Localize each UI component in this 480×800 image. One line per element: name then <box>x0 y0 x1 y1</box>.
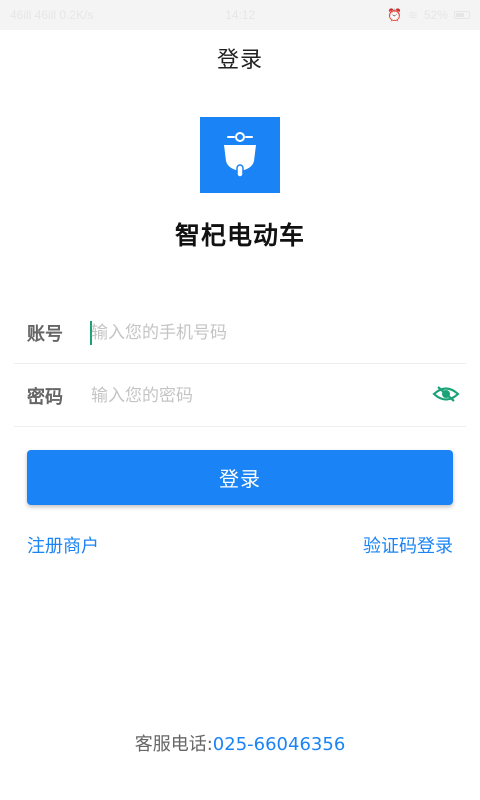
battery-icon <box>454 11 470 19</box>
password-row: 密码 <box>14 365 466 427</box>
service-phone-link[interactable]: 025-66046356 <box>213 734 345 755</box>
page-title: 登录 <box>216 48 263 73</box>
app-name: 智杞电动车 <box>174 221 305 250</box>
account-label: 账号 <box>27 324 63 345</box>
scooter-icon <box>224 132 256 178</box>
account-row: 账号 <box>14 302 466 364</box>
app-logo <box>200 117 280 193</box>
customer-service: 客服电话:025-66046356 <box>0 730 480 756</box>
account-input[interactable] <box>91 318 421 348</box>
service-label: 客服电话: <box>134 734 213 755</box>
password-input[interactable] <box>91 381 421 411</box>
eye-off-icon[interactable] <box>432 383 460 405</box>
status-time: 14:12 <box>225 8 256 22</box>
network-status: 46ill 46ill 0.2K/s <box>10 8 94 22</box>
password-label: 密码 <box>27 387 63 408</box>
wifi-icon: ≋ <box>407 8 418 22</box>
register-link[interactable]: 注册商户 <box>27 532 99 558</box>
status-bar: 46ill 46ill 0.2K/s 14:12 ⏰ ≋ 52% <box>0 0 480 30</box>
status-right: ⏰ ≋ 52% <box>387 8 470 22</box>
battery-percent: 52% <box>423 8 448 22</box>
alarm-icon: ⏰ <box>386 8 402 22</box>
code-login-link[interactable]: 验证码登录 <box>363 532 453 558</box>
login-button[interactable]: 登录 <box>27 450 453 505</box>
